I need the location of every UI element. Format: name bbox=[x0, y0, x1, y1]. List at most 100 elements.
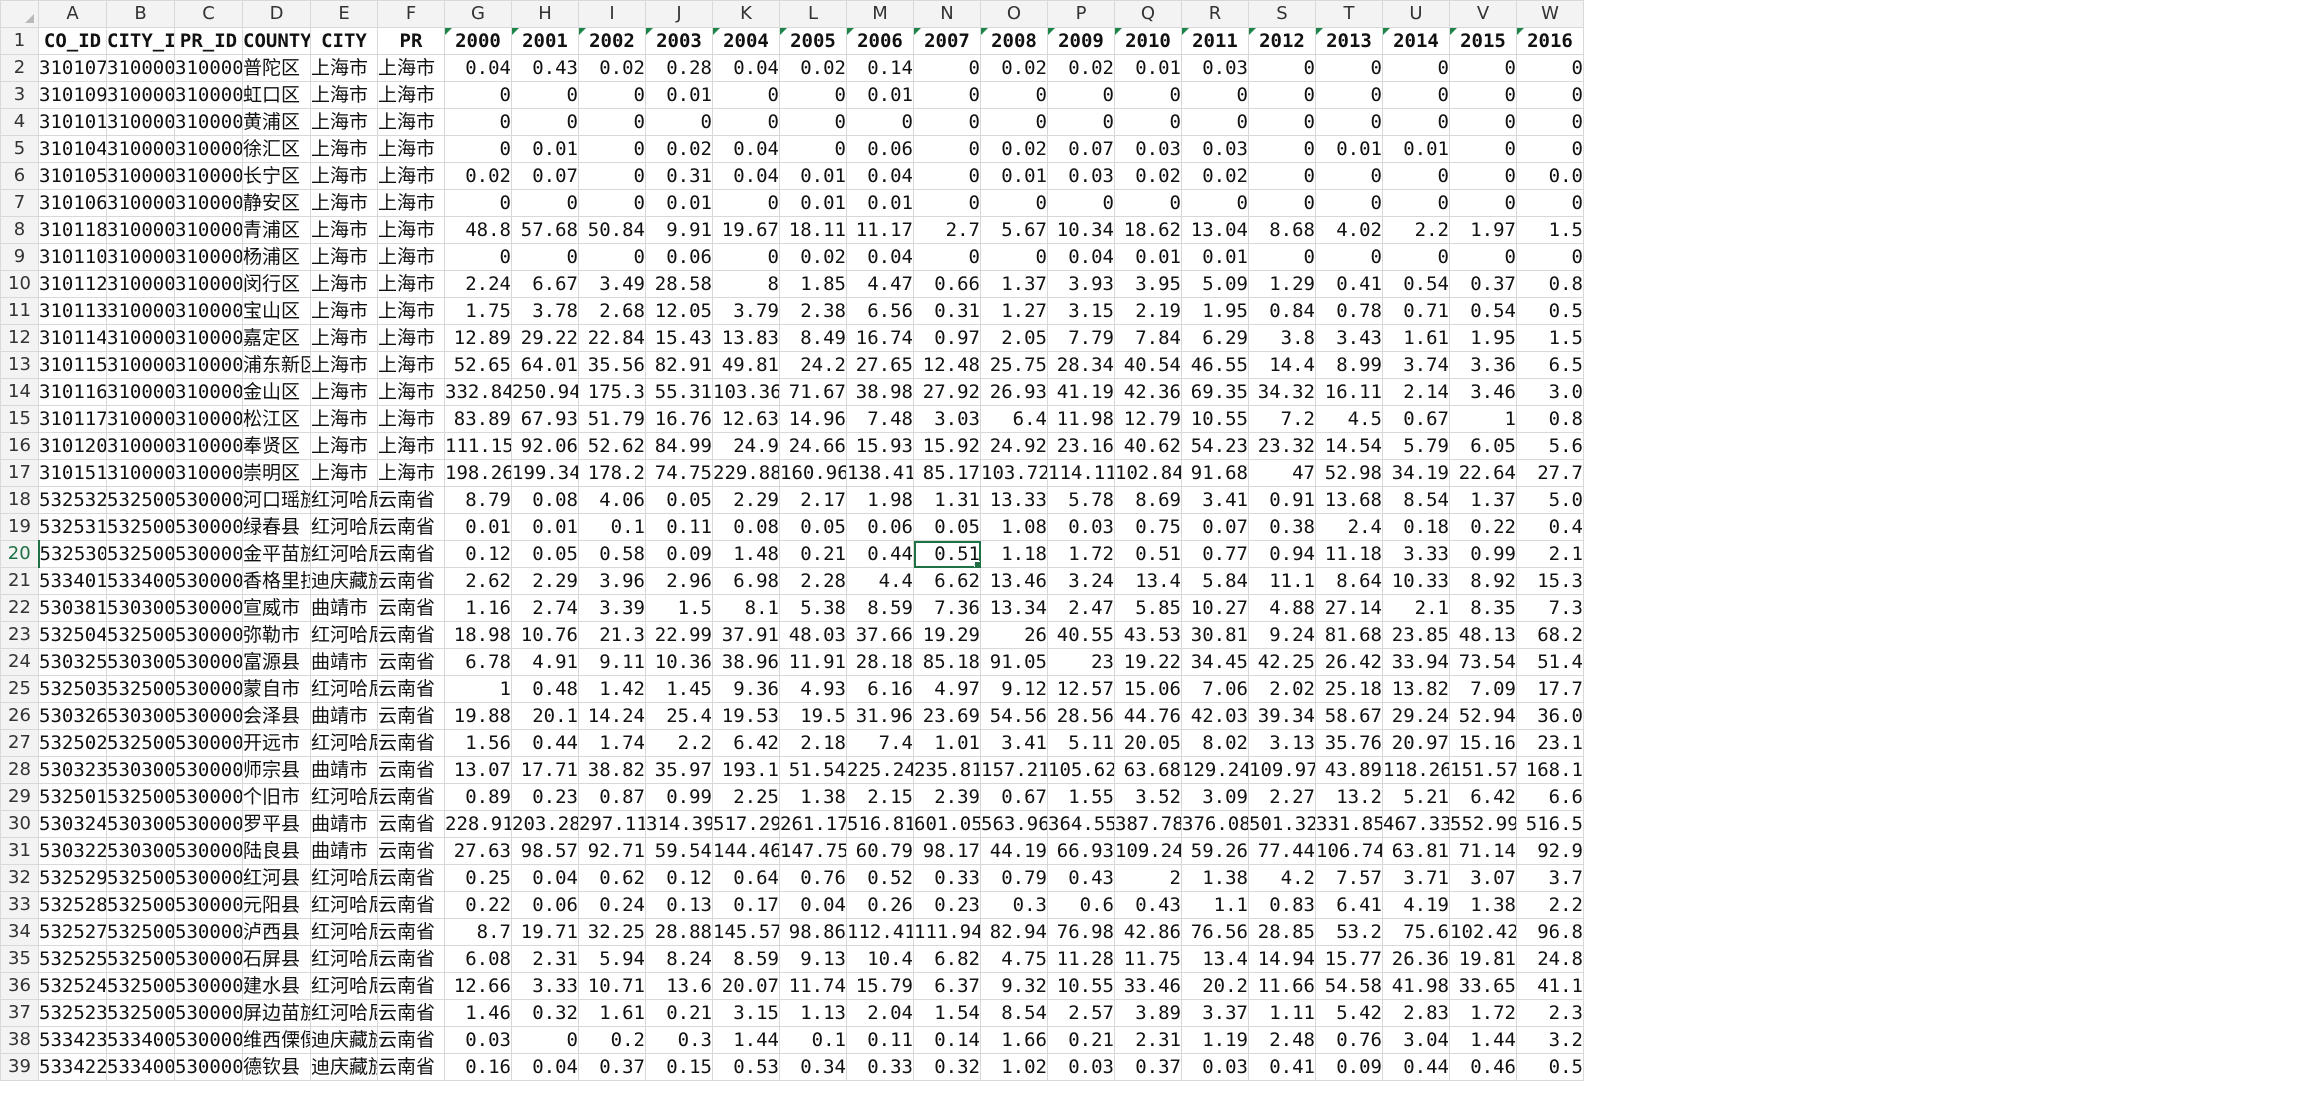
cell-l13[interactable]: 24.2 bbox=[779, 351, 847, 379]
cell-o16[interactable]: 24.92 bbox=[980, 432, 1048, 460]
cell-o20[interactable]: 1.18 bbox=[980, 540, 1048, 568]
cell-c25[interactable]: 530000 bbox=[174, 675, 243, 703]
cell-i15[interactable]: 51.79 bbox=[578, 405, 646, 433]
cell-b34[interactable]: 532500 bbox=[106, 918, 175, 946]
cell-p35[interactable]: 11.28 bbox=[1047, 945, 1115, 973]
cell-g13[interactable]: 52.65 bbox=[444, 351, 512, 379]
cell-a35[interactable]: 532525 bbox=[38, 945, 107, 973]
cell-w17[interactable]: 27.7 bbox=[1516, 459, 1584, 487]
cell-a26[interactable]: 530326 bbox=[38, 702, 107, 730]
cell-v37[interactable]: 1.72 bbox=[1449, 999, 1517, 1027]
cell-m22[interactable]: 8.59 bbox=[846, 594, 914, 622]
cell-i4[interactable]: 0 bbox=[578, 108, 646, 136]
cell-f39[interactable]: 云南省 bbox=[377, 1053, 445, 1081]
cell-s27[interactable]: 3.13 bbox=[1248, 729, 1316, 757]
cell-q24[interactable]: 19.22 bbox=[1114, 648, 1182, 676]
cell-q23[interactable]: 43.53 bbox=[1114, 621, 1182, 649]
cell-w3[interactable]: 0 bbox=[1516, 81, 1584, 109]
cell-h17[interactable]: 199.34 bbox=[511, 459, 579, 487]
row-header-10[interactable]: 10 bbox=[0, 270, 39, 298]
cell-q14[interactable]: 42.36 bbox=[1114, 378, 1182, 406]
cell-h7[interactable]: 0 bbox=[511, 189, 579, 217]
cell-h38[interactable]: 0 bbox=[511, 1026, 579, 1054]
cell-q33[interactable]: 0.43 bbox=[1114, 891, 1182, 919]
cell-o33[interactable]: 0.3 bbox=[980, 891, 1048, 919]
cell-u32[interactable]: 3.71 bbox=[1382, 864, 1450, 892]
cell-m38[interactable]: 0.11 bbox=[846, 1026, 914, 1054]
cell-k20[interactable]: 1.48 bbox=[712, 540, 780, 568]
cell-v12[interactable]: 1.95 bbox=[1449, 324, 1517, 352]
column-header-e[interactable]: E bbox=[310, 0, 378, 28]
cell-w19[interactable]: 0.4 bbox=[1516, 513, 1584, 541]
cell-f24[interactable]: 云南省 bbox=[377, 648, 445, 676]
cell-w7[interactable]: 0 bbox=[1516, 189, 1584, 217]
cell-v26[interactable]: 52.94 bbox=[1449, 702, 1517, 730]
cell-w29[interactable]: 6.6 bbox=[1516, 783, 1584, 811]
cell-d3[interactable]: 虹口区 bbox=[242, 81, 311, 109]
cell-m18[interactable]: 1.98 bbox=[846, 486, 914, 514]
cell-e38[interactable]: 迪庆藏族 bbox=[310, 1026, 378, 1054]
cell-v39[interactable]: 0.46 bbox=[1449, 1053, 1517, 1081]
cell-u30[interactable]: 467.33 bbox=[1382, 810, 1450, 838]
cell-m8[interactable]: 11.17 bbox=[846, 216, 914, 244]
cell-h30[interactable]: 203.28 bbox=[511, 810, 579, 838]
cell-a27[interactable]: 532502 bbox=[38, 729, 107, 757]
cell-l24[interactable]: 11.91 bbox=[779, 648, 847, 676]
cell-g32[interactable]: 0.25 bbox=[444, 864, 512, 892]
cell-n29[interactable]: 2.39 bbox=[913, 783, 981, 811]
cell-s11[interactable]: 0.84 bbox=[1248, 297, 1316, 325]
cell-g1[interactable]: 2000 bbox=[444, 27, 512, 55]
cell-t22[interactable]: 27.14 bbox=[1315, 594, 1383, 622]
cell-n36[interactable]: 6.37 bbox=[913, 972, 981, 1000]
cell-e21[interactable]: 迪庆藏族 bbox=[310, 567, 378, 595]
cell-m13[interactable]: 27.65 bbox=[846, 351, 914, 379]
cell-q25[interactable]: 15.06 bbox=[1114, 675, 1182, 703]
cell-e19[interactable]: 红河哈尼 bbox=[310, 513, 378, 541]
cell-b3[interactable]: 310000 bbox=[106, 81, 175, 109]
cell-o7[interactable]: 0 bbox=[980, 189, 1048, 217]
cell-v13[interactable]: 3.36 bbox=[1449, 351, 1517, 379]
cell-b26[interactable]: 530300 bbox=[106, 702, 175, 730]
row-header-1[interactable]: 1 bbox=[0, 27, 39, 55]
cell-s25[interactable]: 2.02 bbox=[1248, 675, 1316, 703]
cell-i22[interactable]: 3.39 bbox=[578, 594, 646, 622]
cell-u11[interactable]: 0.71 bbox=[1382, 297, 1450, 325]
cell-i29[interactable]: 0.87 bbox=[578, 783, 646, 811]
cell-o15[interactable]: 6.4 bbox=[980, 405, 1048, 433]
cell-q22[interactable]: 5.85 bbox=[1114, 594, 1182, 622]
cell-l16[interactable]: 24.66 bbox=[779, 432, 847, 460]
cell-g9[interactable]: 0 bbox=[444, 243, 512, 271]
cell-c28[interactable]: 530000 bbox=[174, 756, 243, 784]
cell-l39[interactable]: 0.34 bbox=[779, 1053, 847, 1081]
cell-g5[interactable]: 0 bbox=[444, 135, 512, 163]
cell-v30[interactable]: 552.99 bbox=[1449, 810, 1517, 838]
cell-s10[interactable]: 1.29 bbox=[1248, 270, 1316, 298]
cell-s19[interactable]: 0.38 bbox=[1248, 513, 1316, 541]
cell-o30[interactable]: 563.96 bbox=[980, 810, 1048, 838]
cell-f2[interactable]: 上海市 bbox=[377, 54, 445, 82]
cell-t38[interactable]: 0.76 bbox=[1315, 1026, 1383, 1054]
cell-i38[interactable]: 0.2 bbox=[578, 1026, 646, 1054]
column-header-h[interactable]: H bbox=[511, 0, 579, 28]
cell-k7[interactable]: 0 bbox=[712, 189, 780, 217]
cell-w23[interactable]: 68.2 bbox=[1516, 621, 1584, 649]
cell-u38[interactable]: 3.04 bbox=[1382, 1026, 1450, 1054]
cell-u22[interactable]: 2.1 bbox=[1382, 594, 1450, 622]
cell-n15[interactable]: 3.03 bbox=[913, 405, 981, 433]
cell-q1[interactable]: 2010 bbox=[1114, 27, 1182, 55]
cell-m12[interactable]: 16.74 bbox=[846, 324, 914, 352]
cell-d11[interactable]: 宝山区 bbox=[242, 297, 311, 325]
cell-f5[interactable]: 上海市 bbox=[377, 135, 445, 163]
cell-w38[interactable]: 3.2 bbox=[1516, 1026, 1584, 1054]
cell-b24[interactable]: 530300 bbox=[106, 648, 175, 676]
cell-o38[interactable]: 1.66 bbox=[980, 1026, 1048, 1054]
cell-b31[interactable]: 530300 bbox=[106, 837, 175, 865]
cell-e27[interactable]: 红河哈尼 bbox=[310, 729, 378, 757]
cell-g35[interactable]: 6.08 bbox=[444, 945, 512, 973]
cell-l8[interactable]: 18.11 bbox=[779, 216, 847, 244]
cell-l4[interactable]: 0 bbox=[779, 108, 847, 136]
cell-b14[interactable]: 310000 bbox=[106, 378, 175, 406]
cell-r32[interactable]: 1.38 bbox=[1181, 864, 1249, 892]
cell-s8[interactable]: 8.68 bbox=[1248, 216, 1316, 244]
cell-h31[interactable]: 98.57 bbox=[511, 837, 579, 865]
